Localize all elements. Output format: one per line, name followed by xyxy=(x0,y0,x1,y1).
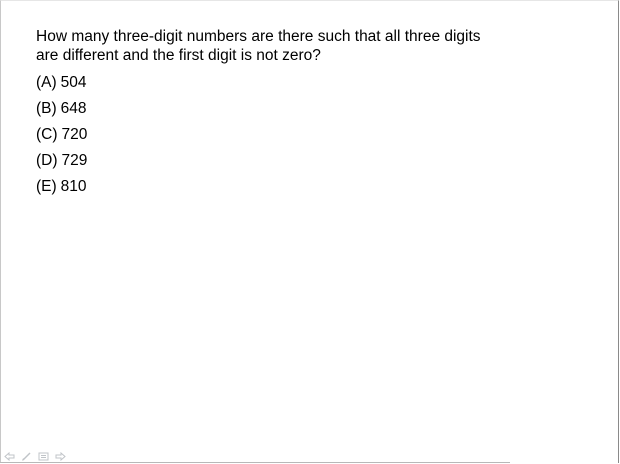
choice-letter: (B) xyxy=(36,100,57,117)
choice-c: (C) 720 xyxy=(36,125,87,151)
slide-canvas xyxy=(0,0,619,463)
choice-value: 720 xyxy=(61,126,88,143)
next-arrow-icon xyxy=(55,451,66,461)
choice-letter: (D) xyxy=(36,152,58,169)
choice-value: 810 xyxy=(60,178,87,195)
pen-tool-button[interactable] xyxy=(20,451,33,462)
choice-a: (A) 504 xyxy=(36,73,87,99)
answer-choices: (A) 504 (B) 648 (C) 720 (D) 729 (E) 810 xyxy=(36,73,87,203)
previous-slide-button[interactable] xyxy=(3,451,16,462)
question-line-2: are different and the first digit is not… xyxy=(36,47,321,64)
choice-value: 729 xyxy=(61,152,88,169)
choice-letter: (A) xyxy=(36,74,57,91)
slide-bottom-divider xyxy=(0,462,510,463)
slideshow-toolbar xyxy=(3,450,67,462)
choice-e: (E) 810 xyxy=(36,177,87,203)
choice-letter: (E) xyxy=(36,178,57,195)
choice-d: (D) 729 xyxy=(36,151,87,177)
question-line-1: How many three-digit numbers are there s… xyxy=(36,28,481,45)
choice-letter: (C) xyxy=(36,126,58,143)
choice-value: 504 xyxy=(60,74,87,91)
choice-b: (B) 648 xyxy=(36,99,87,125)
slide-menu-button[interactable] xyxy=(37,451,50,462)
slide-menu-icon xyxy=(38,452,49,460)
pen-icon xyxy=(22,452,31,461)
choice-value: 648 xyxy=(60,100,87,117)
question-text: How many three-digit numbers are there s… xyxy=(36,27,506,65)
previous-arrow-icon xyxy=(4,451,15,461)
next-slide-button[interactable] xyxy=(54,451,67,462)
